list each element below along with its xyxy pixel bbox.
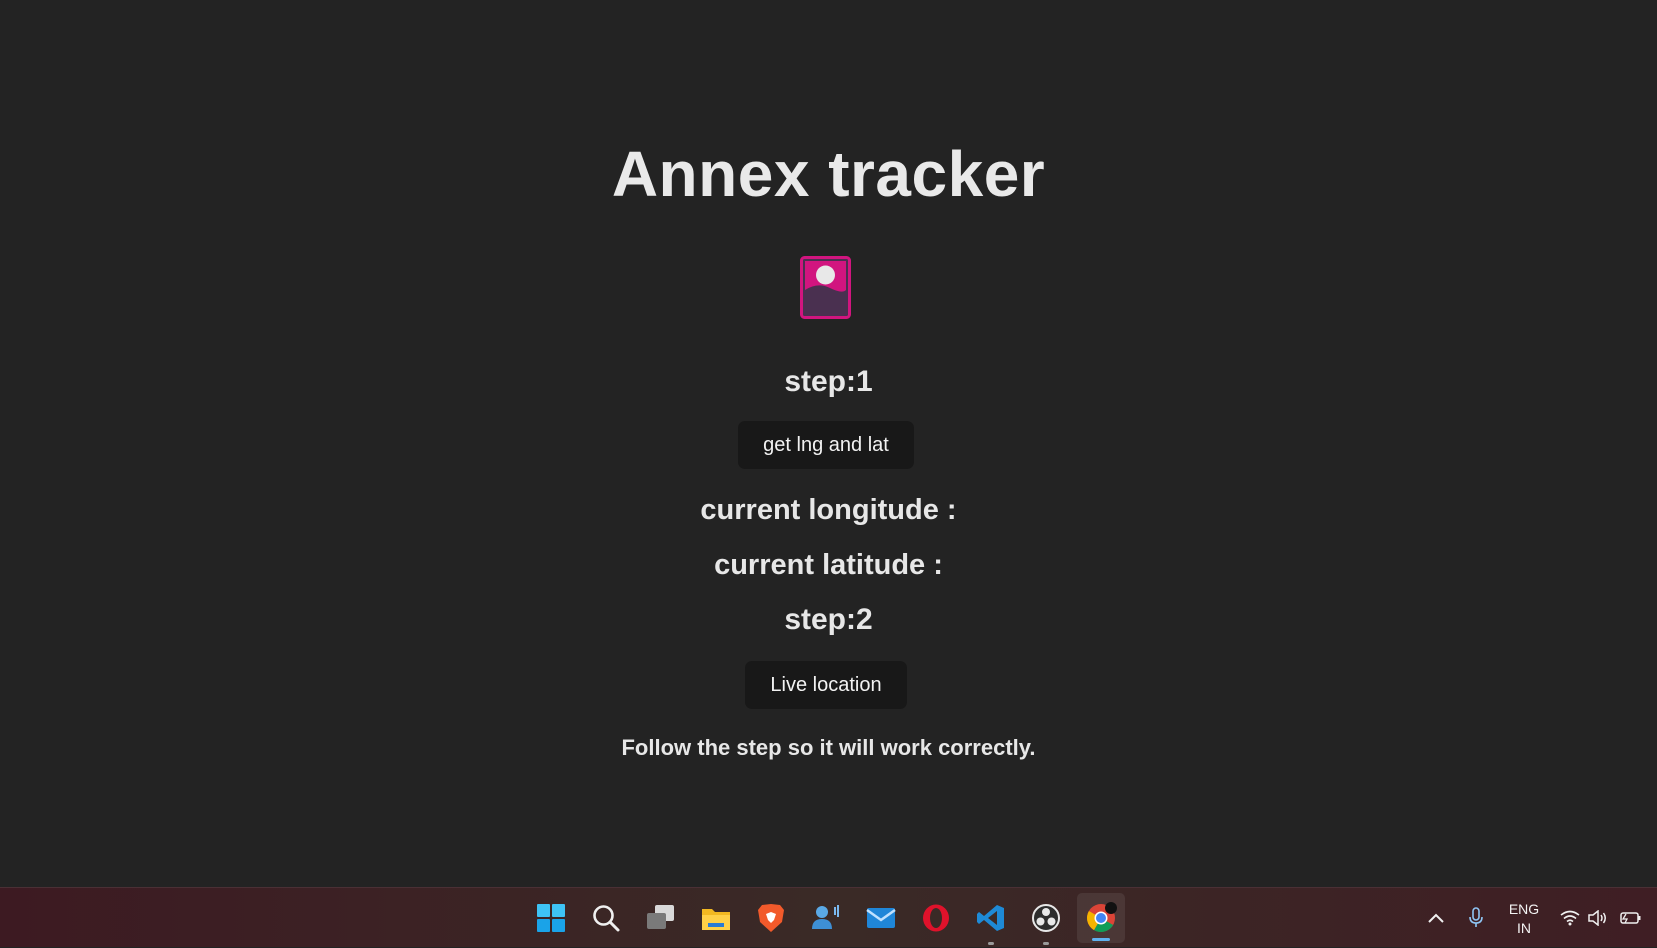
page-title: Annex tracker (611, 138, 1046, 210)
wifi-icon[interactable] (1558, 888, 1582, 948)
start-icon[interactable] (527, 888, 575, 948)
vscode-icon[interactable] (967, 888, 1015, 948)
brave-browser-icon[interactable] (747, 888, 795, 948)
obs-studio-icon[interactable] (1022, 888, 1070, 948)
live-location-button[interactable]: Live location (745, 661, 907, 709)
running-indicator (1043, 942, 1049, 945)
language-code: ENG (1508, 901, 1540, 917)
step-2-label: step:2 (784, 603, 873, 636)
chrome-icon[interactable] (1077, 893, 1125, 943)
teams-icon[interactable] (802, 888, 850, 948)
instruction-note: Follow the step so it will work correctl… (621, 735, 1036, 760)
taskbar: ENG IN (0, 887, 1657, 947)
battery-icon[interactable] (1618, 888, 1644, 948)
task-view-icon[interactable] (637, 888, 685, 948)
region-code: IN (1517, 920, 1531, 936)
app-page: Annex tracker step:1 get lng and lat cur… (0, 0, 1657, 887)
current-longitude-label: current longitude : (700, 494, 957, 526)
chevron-up-icon[interactable] (1423, 888, 1449, 948)
image-placeholder-icon (800, 256, 851, 319)
active-indicator (1092, 938, 1110, 941)
get-lng-lat-button[interactable]: get lng and lat (738, 421, 914, 469)
volume-icon[interactable] (1586, 888, 1610, 948)
file-explorer-icon[interactable] (692, 888, 740, 948)
microphone-icon[interactable] (1463, 888, 1489, 948)
step-1-label: step:1 (784, 365, 873, 398)
current-latitude-label: current latitude : (714, 549, 943, 581)
opera-browser-icon[interactable] (912, 888, 960, 948)
mail-icon[interactable] (857, 888, 905, 948)
language-indicator[interactable]: ENG IN (1498, 900, 1550, 938)
running-indicator (988, 942, 994, 945)
search-icon[interactable] (582, 888, 630, 948)
